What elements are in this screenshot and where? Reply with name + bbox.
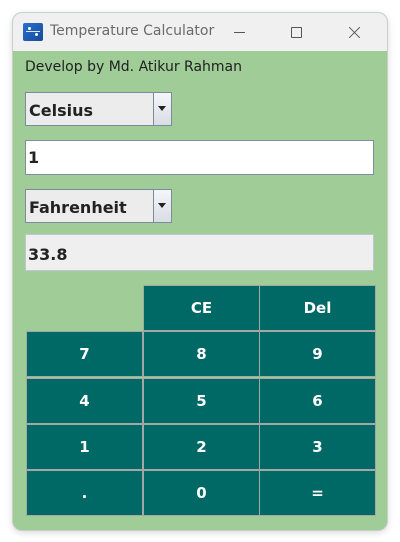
minimize-button[interactable] (212, 13, 268, 51)
digit-0-button[interactable]: 0 (143, 470, 260, 516)
chevron-down-icon[interactable] (153, 93, 171, 125)
to-unit-select[interactable]: Fahrenheit (25, 189, 172, 223)
title-bar[interactable]: Temperature Calculator (13, 13, 387, 51)
minimize-icon (234, 32, 245, 33)
window-title: Temperature Calculator (50, 23, 215, 39)
developer-label: Develop by Md. Atikur Rahman (25, 59, 242, 75)
digit-2-button[interactable]: 2 (143, 424, 260, 470)
digit-4-button[interactable]: 4 (26, 378, 143, 424)
digit-1-button[interactable]: 1 (26, 424, 143, 470)
close-icon (348, 26, 361, 39)
decimal-point-button[interactable]: . (26, 470, 143, 516)
from-unit-select[interactable]: Celsius (25, 92, 172, 126)
maximize-icon (291, 27, 302, 38)
result-value: 33.8 (28, 245, 68, 264)
result-field: 33.8 (25, 234, 374, 271)
app-icon (23, 23, 43, 41)
digit-3-button[interactable]: 3 (259, 424, 376, 470)
app-window: Temperature Calculator Develop by Md. At… (13, 13, 387, 530)
delete-button[interactable]: Del (259, 285, 376, 331)
digit-9-button[interactable]: 9 (259, 331, 376, 377)
digit-6-button[interactable]: 6 (259, 378, 376, 424)
temperature-input[interactable] (25, 140, 374, 175)
digit-8-button[interactable]: 8 (143, 331, 260, 377)
clear-entry-button[interactable]: CE (143, 285, 260, 331)
digit-5-button[interactable]: 5 (143, 378, 260, 424)
equals-button[interactable]: = (259, 470, 376, 516)
to-unit-value: Fahrenheit (29, 198, 127, 217)
chevron-down-icon[interactable] (153, 190, 171, 222)
from-unit-value: Celsius (29, 101, 93, 120)
close-button[interactable] (326, 13, 382, 51)
digit-7-button[interactable]: 7 (26, 331, 143, 377)
maximize-button[interactable] (268, 13, 324, 51)
